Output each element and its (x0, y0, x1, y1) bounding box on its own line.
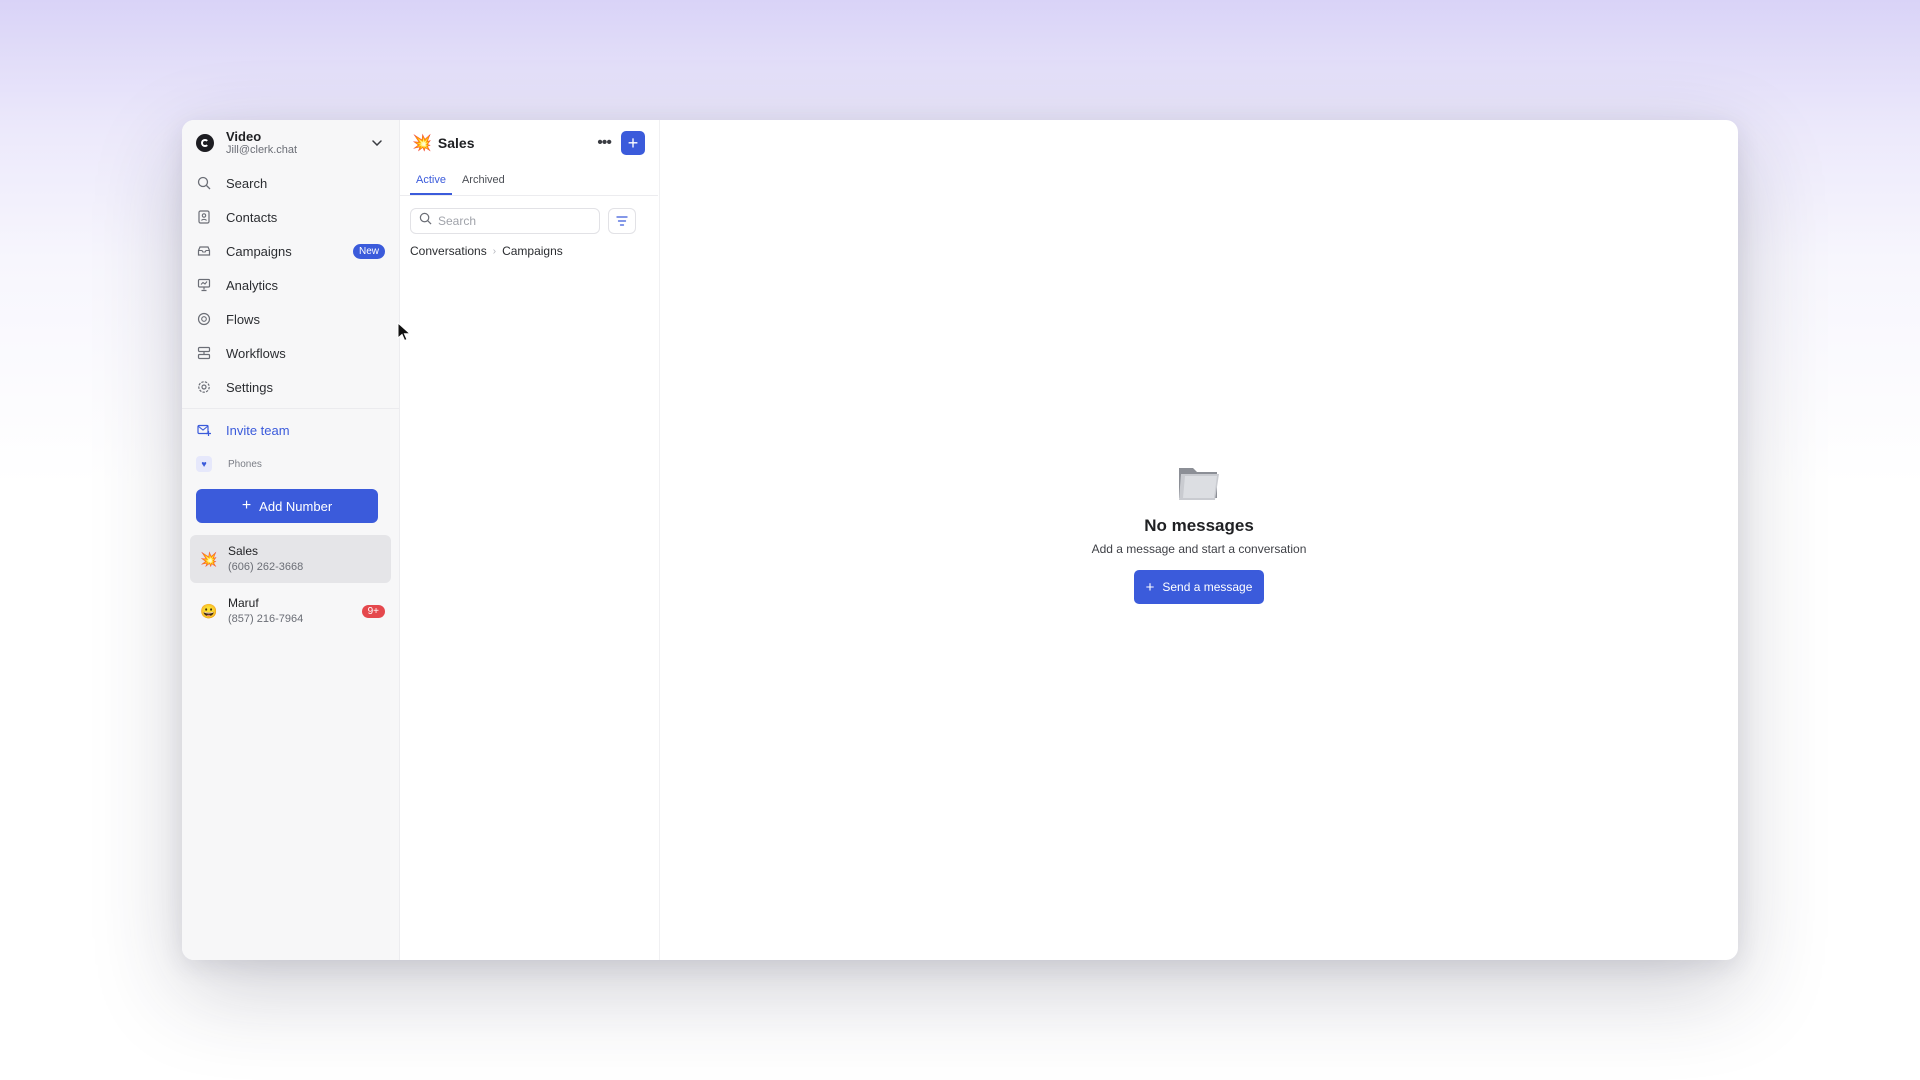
explosion-emoji-icon: 💥 (200, 550, 218, 567)
sidebar-item-workflows[interactable]: Workflows (182, 336, 399, 370)
sidebar: Video Jill@clerk.chat Search Contacts Ca… (182, 120, 400, 960)
tab-archived[interactable]: Archived (456, 166, 511, 195)
list-header: 💥 Sales ••• + (400, 120, 659, 166)
plus-icon: + (1145, 578, 1155, 596)
workspace-switcher[interactable]: Video Jill@clerk.chat (182, 120, 399, 166)
heart-icon: ♥ (196, 456, 212, 472)
tab-bar: Active Archived (400, 166, 658, 196)
filter-icon (616, 216, 628, 226)
breadcrumb-conversations[interactable]: Conversations (410, 244, 487, 258)
workspace-name: Video (226, 128, 262, 144)
flows-icon (196, 311, 212, 327)
phone-item-maruf[interactable]: 😀 Maruf (857) 216-7964 9+ (190, 587, 391, 635)
campaigns-icon (196, 243, 212, 259)
sidebar-item-campaigns[interactable]: Campaigns New (182, 234, 399, 268)
filter-button[interactable] (608, 208, 636, 234)
send-message-button[interactable]: + Send a message (1133, 570, 1265, 604)
plus-icon: + (241, 497, 252, 514)
phone-name: Maruf (228, 596, 259, 611)
conversation-list-panel: 💥 Sales ••• + Active Archived Conversati… (400, 120, 660, 960)
workspace-email: Jill@clerk.chat (226, 144, 298, 157)
smiley-emoji-icon: 😀 (200, 602, 218, 619)
explosion-emoji-icon: 💥 (412, 135, 432, 152)
sidebar-item-label: Flows (226, 311, 260, 327)
phone-name: Sales (228, 544, 259, 559)
sidebar-item-label: Search (226, 175, 268, 191)
sidebar-item-contacts[interactable]: Contacts (182, 200, 399, 234)
analytics-icon (196, 277, 212, 293)
add-number-label: Add Number (259, 498, 333, 514)
folder-icon (1179, 468, 1219, 500)
sidebar-item-label: Analytics (226, 277, 279, 293)
mouse-cursor-icon (397, 322, 411, 342)
sidebar-item-analytics[interactable]: Analytics (182, 268, 399, 302)
search-box[interactable] (410, 208, 600, 234)
unread-count-badge: 9+ (361, 604, 385, 618)
sidebar-item-label: Settings (226, 379, 273, 395)
more-options-icon[interactable]: ••• (597, 134, 612, 152)
phones-label: Phones (228, 458, 262, 470)
new-conversation-button[interactable]: + (621, 131, 645, 155)
empty-title: No messages (1144, 516, 1254, 535)
sidebar-item-search[interactable]: Search (182, 166, 399, 200)
phone-number: (606) 262-3668 (228, 560, 304, 573)
app-window: Video Jill@clerk.chat Search Contacts Ca… (182, 120, 1738, 960)
gear-icon (196, 379, 212, 395)
sidebar-item-label: Campaigns (226, 243, 292, 259)
tab-active[interactable]: Active (410, 166, 452, 195)
new-badge: New (352, 243, 385, 259)
empty-subtitle: Add a message and start a conversation (1091, 542, 1307, 556)
phone-item-sales[interactable]: 💥 Sales (606) 262-3668 (190, 535, 391, 583)
invite-team-link[interactable]: Invite team (182, 413, 399, 447)
chevron-down-icon[interactable] (369, 135, 385, 151)
search-icon (196, 175, 212, 191)
invite-team-label: Invite team (226, 422, 290, 438)
main-content: No messages Add a message and start a co… (660, 120, 1738, 960)
sidebar-item-label: Workflows (226, 345, 286, 361)
phone-number: (857) 216-7964 (228, 612, 304, 625)
divider (182, 408, 399, 409)
breadcrumb: Conversations › Campaigns (400, 234, 659, 258)
phones-section-header: ♥ Phones (182, 447, 399, 481)
send-message-label: Send a message (1162, 580, 1253, 594)
breadcrumb-campaigns[interactable]: Campaigns (502, 244, 563, 258)
add-number-button[interactable]: + Add Number (196, 489, 378, 523)
contacts-icon (196, 209, 212, 225)
page-title: Sales (437, 135, 475, 151)
empty-state: No messages Add a message and start a co… (660, 460, 1738, 604)
chevron-right-icon: › (492, 245, 497, 257)
envelope-plus-icon (196, 422, 212, 438)
search-icon (419, 212, 432, 230)
search-input[interactable] (438, 214, 588, 228)
workspace-logo-icon (196, 134, 214, 152)
sidebar-item-flows[interactable]: Flows (182, 302, 399, 336)
sidebar-item-settings[interactable]: Settings (182, 370, 399, 404)
workflows-icon (196, 345, 212, 361)
sidebar-item-label: Contacts (226, 209, 278, 225)
